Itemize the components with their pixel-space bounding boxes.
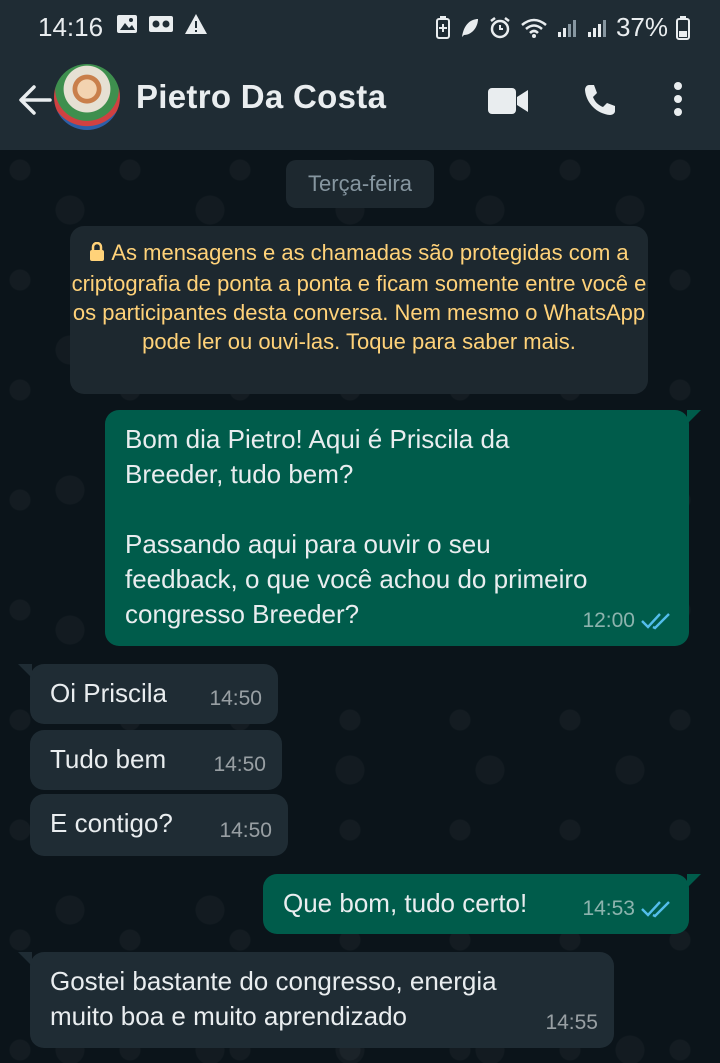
gallery-notification-icon: [117, 15, 137, 33]
message-time: 14:50: [219, 819, 272, 842]
voice-call-icon[interactable]: [582, 82, 618, 118]
voicemail-notification-icon: [149, 16, 173, 32]
video-call-icon[interactable]: [488, 86, 530, 116]
message-bubble-incoming[interactable]: Oi Priscila 14:50: [18, 664, 278, 724]
message-time: 14:55: [545, 1011, 598, 1034]
back-arrow-icon[interactable]: [14, 78, 54, 122]
leaf-icon: [461, 18, 478, 37]
contact-avatar[interactable]: [54, 64, 120, 130]
message-bubble-incoming[interactable]: Gostei bastante do congresso, energia mu…: [18, 952, 614, 1048]
message-time: 14:50: [209, 687, 262, 710]
chat-area[interactable]: Terça-feira As mensagens e as chamadas s…: [0, 150, 720, 1063]
message-bubble-incoming[interactable]: E contigo? 14:50: [30, 794, 288, 856]
read-receipt-icon: [641, 612, 670, 629]
encryption-notice-text: As mensagens e as chamadas são protegida…: [71, 240, 647, 354]
alarm-icon: [490, 16, 510, 38]
battery-icon: [676, 15, 690, 40]
message-bubble-outgoing[interactable]: Que bom, tudo certo! 14:53: [263, 874, 701, 934]
message-time: 14:53: [582, 897, 635, 920]
message-text: Bom dia Pietro! Aqui é Priscila da Breed…: [125, 424, 588, 629]
status-bar: 14:16 37%: [0, 0, 720, 52]
message-time: 14:50: [213, 753, 266, 776]
wifi-icon: [521, 18, 547, 38]
message-time: 12:00: [582, 609, 635, 632]
more-options-icon[interactable]: [670, 80, 686, 120]
date-separator: Terça-feira: [286, 160, 434, 208]
status-time: 14:16: [38, 12, 104, 42]
contact-name[interactable]: Pietro Da Costa: [136, 78, 386, 116]
battery-percentage: 37%: [615, 12, 668, 42]
warning-icon: [185, 14, 207, 34]
signal-icon-sim1: [557, 19, 576, 37]
message-text: Gostei bastante do congresso, energia mu…: [50, 966, 497, 1031]
message-bubble-outgoing[interactable]: Bom dia Pietro! Aqui é Priscila da Breed…: [105, 410, 701, 646]
battery-saver-icon: [435, 15, 450, 39]
message-bubble-incoming[interactable]: Tudo bem 14:50: [30, 730, 282, 790]
read-receipt-icon: [641, 900, 670, 917]
chat-header: Pietro Da Costa: [0, 52, 720, 150]
encryption-notice[interactable]: As mensagens e as chamadas são protegida…: [70, 226, 648, 394]
signal-icon-sim2: [587, 19, 606, 37]
lock-icon: [89, 240, 105, 269]
